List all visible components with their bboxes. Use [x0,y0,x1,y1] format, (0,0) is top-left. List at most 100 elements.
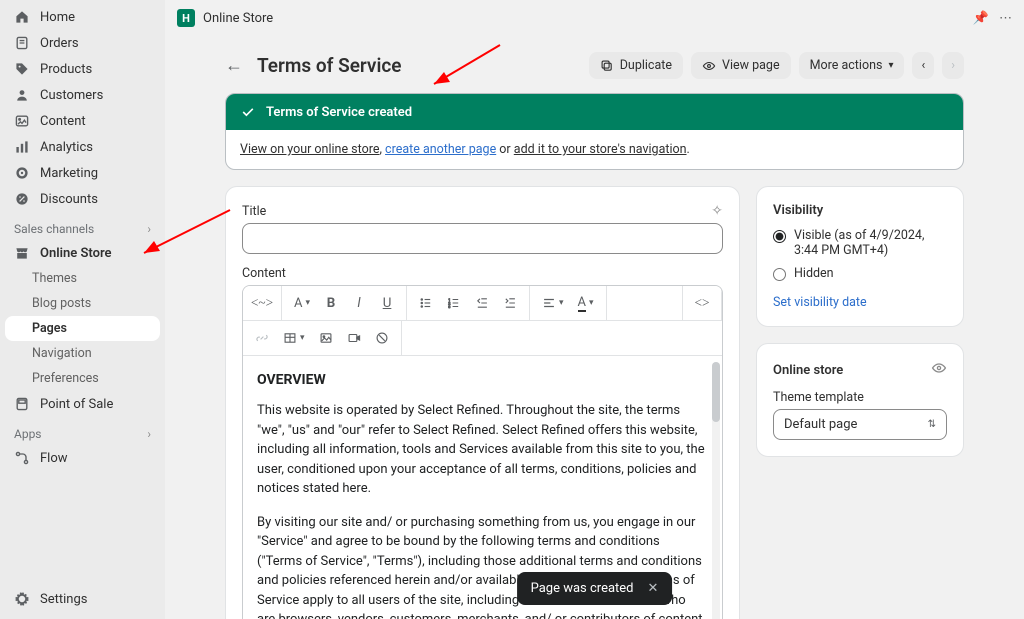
toast-close-button[interactable]: ✕ [648,581,659,596]
banner-body: View on your online store, create anothe… [226,130,963,169]
pin-icon[interactable]: 📌 [973,11,989,26]
nav-point-of-sale[interactable]: Point of Sale [0,391,165,417]
gear-icon [14,591,30,607]
eye-icon[interactable] [931,360,947,380]
nav-discounts[interactable]: Discounts [0,186,165,212]
nav-products[interactable]: Products [0,56,165,82]
content-paragraph: This website is operated by Select Refin… [257,401,706,499]
editor-toolbar-row1: <~> A ▾ B I U 123 [243,286,722,321]
chevron-right-icon[interactable]: › [147,222,151,236]
sidebar: Home Orders Products Customers Content A… [0,0,165,619]
nav-flow[interactable]: Flow [0,445,165,471]
back-button[interactable]: ← [225,55,243,76]
toolbar-image-button[interactable] [313,325,339,351]
nav-label: Marketing [40,166,98,181]
nav-pages[interactable]: Pages [5,316,160,341]
view-page-button[interactable]: View page [691,52,791,79]
eye-icon [702,59,716,73]
toolbar-link-button[interactable] [249,325,275,351]
analytics-icon [14,139,30,155]
scrollbar-thumb[interactable] [712,362,720,422]
toast-text: Page was created [531,581,634,596]
nav-label: Content [40,114,86,129]
nav-marketing[interactable]: Marketing [0,160,165,186]
toolbar-table-button[interactable]: ▾ [277,325,311,351]
toolbar-source-button[interactable]: <~> [249,290,275,316]
success-banner: Terms of Service created View on your on… [225,93,964,170]
chevron-down-icon: ▾ [559,298,564,308]
editor-toolbar-row2: ▾ [243,321,722,356]
customers-icon [14,87,30,103]
radio-visible[interactable] [773,230,786,243]
toolbar-italic-button[interactable]: I [346,290,372,316]
more-icon[interactable]: ⋯ [999,11,1012,26]
sales-channels-header: Sales channels› [0,212,165,240]
set-visibility-date-link[interactable]: Set visibility date [773,295,867,310]
toolbar-video-button[interactable] [341,325,367,351]
app-icon: H [177,9,195,27]
nav-label: Online Store [40,246,112,261]
add-navigation-link[interactable]: add it to your store's navigation [514,142,687,157]
nav-preferences[interactable]: Preferences [0,366,165,391]
toolbar-align-button[interactable]: ▾ [536,290,570,316]
nav-label: Products [40,62,92,77]
svg-text:3: 3 [448,305,450,309]
toolbar-number-list-button[interactable]: 123 [441,290,467,316]
nav-blog-posts[interactable]: Blog posts [0,291,165,316]
nav-online-store[interactable]: Online Store [0,240,165,266]
title-label: Title [242,204,266,219]
chevron-down-icon: ▾ [300,333,305,343]
online-store-card: Online store Theme template Default page… [756,343,964,457]
template-select[interactable]: Default page⇅ [773,409,947,440]
nav-themes[interactable]: Themes [0,266,165,291]
radio-hidden[interactable] [773,268,786,281]
toolbar-html-button[interactable]: <> [689,290,715,316]
marketing-icon [14,165,30,181]
banner-title: Terms of Service created [266,105,412,120]
apps-header: Apps› [0,417,165,445]
nav-analytics[interactable]: Analytics [0,134,165,160]
home-icon [14,9,30,25]
content-label: Content [242,266,286,281]
more-actions-button[interactable]: More actions ▾ [799,52,905,79]
nav-label: Flow [40,451,68,466]
topbar: H Online Store 📌 ⋯ [165,0,1024,36]
flow-icon [14,450,30,466]
sparkle-icon[interactable]: ✧ [711,203,723,219]
content-heading: OVERVIEW [257,370,706,391]
nav-settings[interactable]: Settings [0,586,165,619]
visibility-visible-option[interactable]: Visible (as of 4/9/2024, 3:44 PM GMT+4) [773,228,947,258]
nav-label: Discounts [40,192,98,207]
toolbar-color-button[interactable]: A▾ [572,290,600,316]
nav-orders[interactable]: Orders [0,30,165,56]
toolbar-underline-button[interactable]: U [374,290,400,316]
nav-home[interactable]: Home [0,4,165,30]
chevron-right-icon[interactable]: › [147,427,151,441]
chevron-down-icon: ▾ [888,60,893,71]
nav-customers[interactable]: Customers [0,82,165,108]
topbar-title: Online Store [203,11,273,26]
products-icon [14,61,30,77]
toolbar-indent-button[interactable] [497,290,523,316]
next-page-button[interactable]: › [942,52,964,79]
visibility-title: Visibility [773,203,823,218]
toolbar-outdent-button[interactable] [469,290,495,316]
page-header: ← Terms of Service Duplicate View page M… [225,36,964,93]
toolbar-heading-button[interactable]: A ▾ [288,290,316,316]
rich-text-editor: <~> A ▾ B I U 123 [242,285,723,619]
toast: Page was created ✕ [517,572,673,605]
toolbar-bold-button[interactable]: B [318,290,344,316]
main-area: H Online Store 📌 ⋯ ← Terms of Service Du… [165,0,1024,619]
nav-content[interactable]: Content [0,108,165,134]
view-online-link[interactable]: View on your online store [240,142,379,157]
nav-navigation[interactable]: Navigation [0,341,165,366]
create-another-link[interactable]: create another page [385,142,496,157]
toolbar-clear-format-button[interactable] [369,325,395,351]
editor-card: Title ✧ Content <~> A ▾ B I U [225,186,740,619]
duplicate-button[interactable]: Duplicate [589,52,683,79]
prev-page-button[interactable]: ‹ [912,52,934,79]
visibility-hidden-option[interactable]: Hidden [773,266,947,281]
toolbar-bullet-list-button[interactable] [413,290,439,316]
visibility-card: Visibility Visible (as of 4/9/2024, 3:44… [756,186,964,327]
title-input[interactable] [242,223,723,254]
